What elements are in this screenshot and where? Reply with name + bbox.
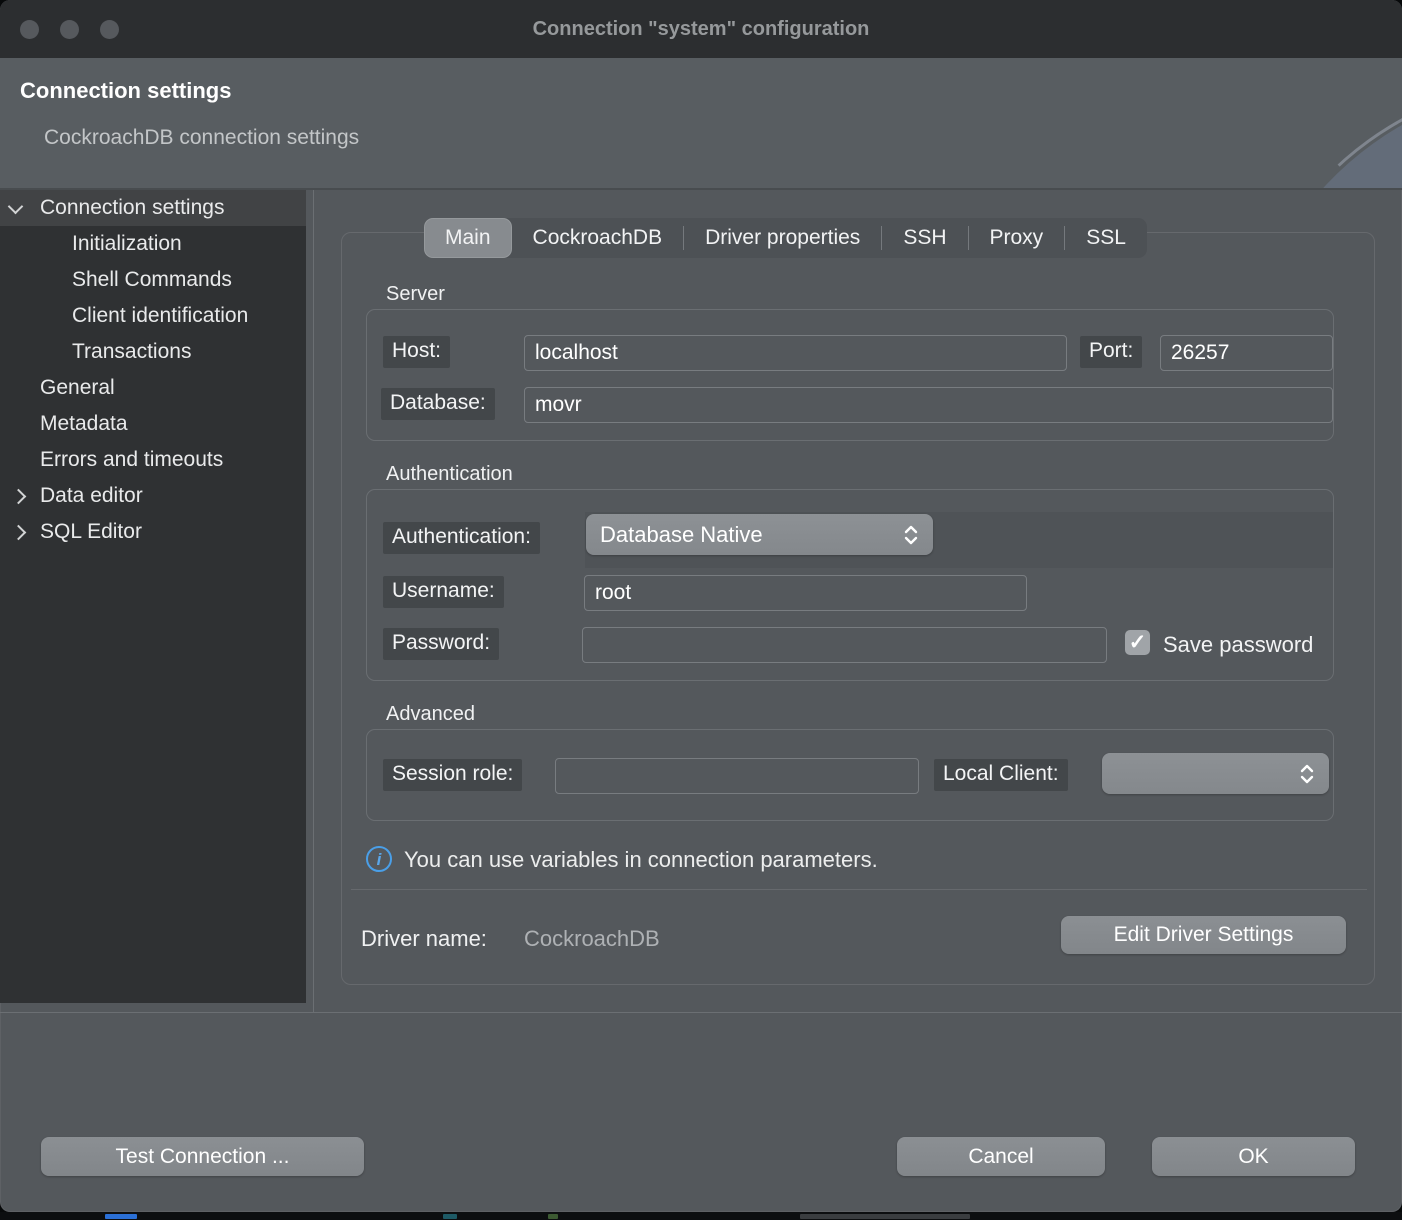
sidebar-item-label: Shell Commands (72, 268, 232, 292)
tab-ssl[interactable]: SSL (1065, 218, 1147, 258)
footer-divider (0, 1012, 1402, 1013)
settings-tree: Connection settings Initialization Shell C… (0, 190, 306, 1003)
window-title: Connection "system" configuration (0, 0, 1402, 58)
authentication-label: Authentication: (383, 522, 540, 554)
tab-main[interactable]: Main (424, 218, 512, 258)
page-title: Connection settings (20, 78, 231, 104)
database-input[interactable] (524, 387, 1333, 423)
authentication-select[interactable]: Database Native (586, 514, 933, 555)
sidebar-item-metadata[interactable]: Metadata (0, 406, 306, 442)
dock-highlight-green (548, 1214, 558, 1219)
edit-driver-settings-button[interactable]: Edit Driver Settings (1061, 916, 1346, 954)
tab-ssh[interactable]: SSH (882, 218, 967, 258)
save-password-label[interactable]: Save password (1163, 632, 1313, 658)
panel-divider (351, 889, 1367, 890)
info-icon: i (366, 846, 392, 872)
sidebar-item-label: Connection settings (40, 196, 224, 220)
connection-config-dialog: Connection "system" configuration Connec… (0, 0, 1402, 1212)
dock-highlight-gray (800, 1214, 970, 1219)
title-bar[interactable]: Connection "system" configuration (0, 0, 1402, 58)
chevron-right-icon[interactable] (11, 489, 27, 505)
ok-button[interactable]: OK (1152, 1137, 1355, 1176)
session-role-label: Session role: (383, 759, 522, 791)
chevron-right-icon[interactable] (11, 525, 27, 541)
main-tab-panel: Server Host: Port: Database: Authenticat… (341, 232, 1375, 985)
advanced-group-title: Advanced (386, 703, 475, 726)
sidebar-item-label: Metadata (40, 412, 128, 436)
decorative-swoosh (1237, 58, 1402, 188)
tab-cockroachdb[interactable]: CockroachDB (512, 218, 684, 258)
sidebar-item-label: Transactions (72, 340, 191, 364)
session-role-input[interactable] (555, 758, 919, 794)
chevron-down-icon[interactable] (8, 199, 24, 215)
sidebar-item-initialization[interactable]: Initialization (0, 226, 306, 262)
server-group: Host: Port: Database: (366, 309, 1334, 441)
sidebar-item-client-identification[interactable]: Client identification (0, 298, 306, 334)
dock-highlight-teal (443, 1214, 457, 1219)
sidebar-item-label: Errors and timeouts (40, 448, 223, 472)
username-input[interactable] (584, 575, 1027, 611)
tab-driver-properties[interactable]: Driver properties (684, 218, 881, 258)
username-label: Username: (383, 576, 504, 608)
port-input[interactable] (1160, 335, 1333, 371)
sidebar-divider (313, 190, 314, 1012)
driver-name-label: Driver name: (361, 926, 487, 952)
port-label: Port: (1080, 336, 1142, 368)
sidebar-item-general[interactable]: General (0, 370, 306, 406)
advanced-group: Session role: Local Client: (366, 729, 1334, 821)
sidebar-item-errors-and-timeouts[interactable]: Errors and timeouts (0, 442, 306, 478)
server-group-title: Server (386, 283, 445, 306)
sidebar-item-transactions[interactable]: Transactions (0, 334, 306, 370)
screen-edge-strip (0, 1212, 1402, 1220)
driver-name-value: CockroachDB (524, 926, 660, 952)
sidebar-item-label: Data editor (40, 484, 143, 508)
tab-proxy[interactable]: Proxy (969, 218, 1065, 258)
host-label: Host: (383, 336, 450, 368)
tab-strip: MainCockroachDBDriver propertiesSSHProxy… (424, 218, 1147, 258)
sidebar-item-shell-commands[interactable]: Shell Commands (0, 262, 306, 298)
database-label: Database: (381, 388, 495, 420)
variables-hint-text: You can use variables in connection para… (404, 847, 878, 873)
authentication-selected-value: Database Native (600, 522, 893, 548)
sidebar-item-label: Client identification (72, 304, 248, 328)
save-password-checkbox[interactable]: ✓ (1124, 629, 1151, 656)
sidebar-item-label: Initialization (72, 232, 182, 256)
page-subtitle: CockroachDB connection settings (44, 126, 359, 150)
sidebar-item-sql-editor[interactable]: SQL Editor (0, 514, 306, 550)
updown-chevron-icon (1299, 763, 1315, 785)
test-connection-button[interactable]: Test Connection ... (41, 1137, 364, 1176)
dock-highlight-blue (105, 1214, 137, 1219)
sidebar-item-data-editor[interactable]: Data editor (0, 478, 306, 514)
password-input[interactable] (582, 627, 1107, 663)
cancel-button[interactable]: Cancel (897, 1137, 1105, 1176)
sidebar-item-label: SQL Editor (40, 520, 142, 544)
updown-chevron-icon (903, 524, 919, 546)
dialog-header: Connection settings CockroachDB connecti… (0, 58, 1402, 190)
authentication-group: Authentication: Database Native Username… (366, 489, 1334, 681)
local-client-select[interactable] (1102, 753, 1329, 794)
host-input[interactable] (524, 335, 1067, 371)
sidebar-item-connection-settings[interactable]: Connection settings (0, 190, 306, 226)
sidebar-item-label: General (40, 376, 115, 400)
authentication-group-title: Authentication (386, 463, 513, 486)
local-client-label: Local Client: (934, 759, 1068, 791)
password-label: Password: (383, 628, 499, 660)
